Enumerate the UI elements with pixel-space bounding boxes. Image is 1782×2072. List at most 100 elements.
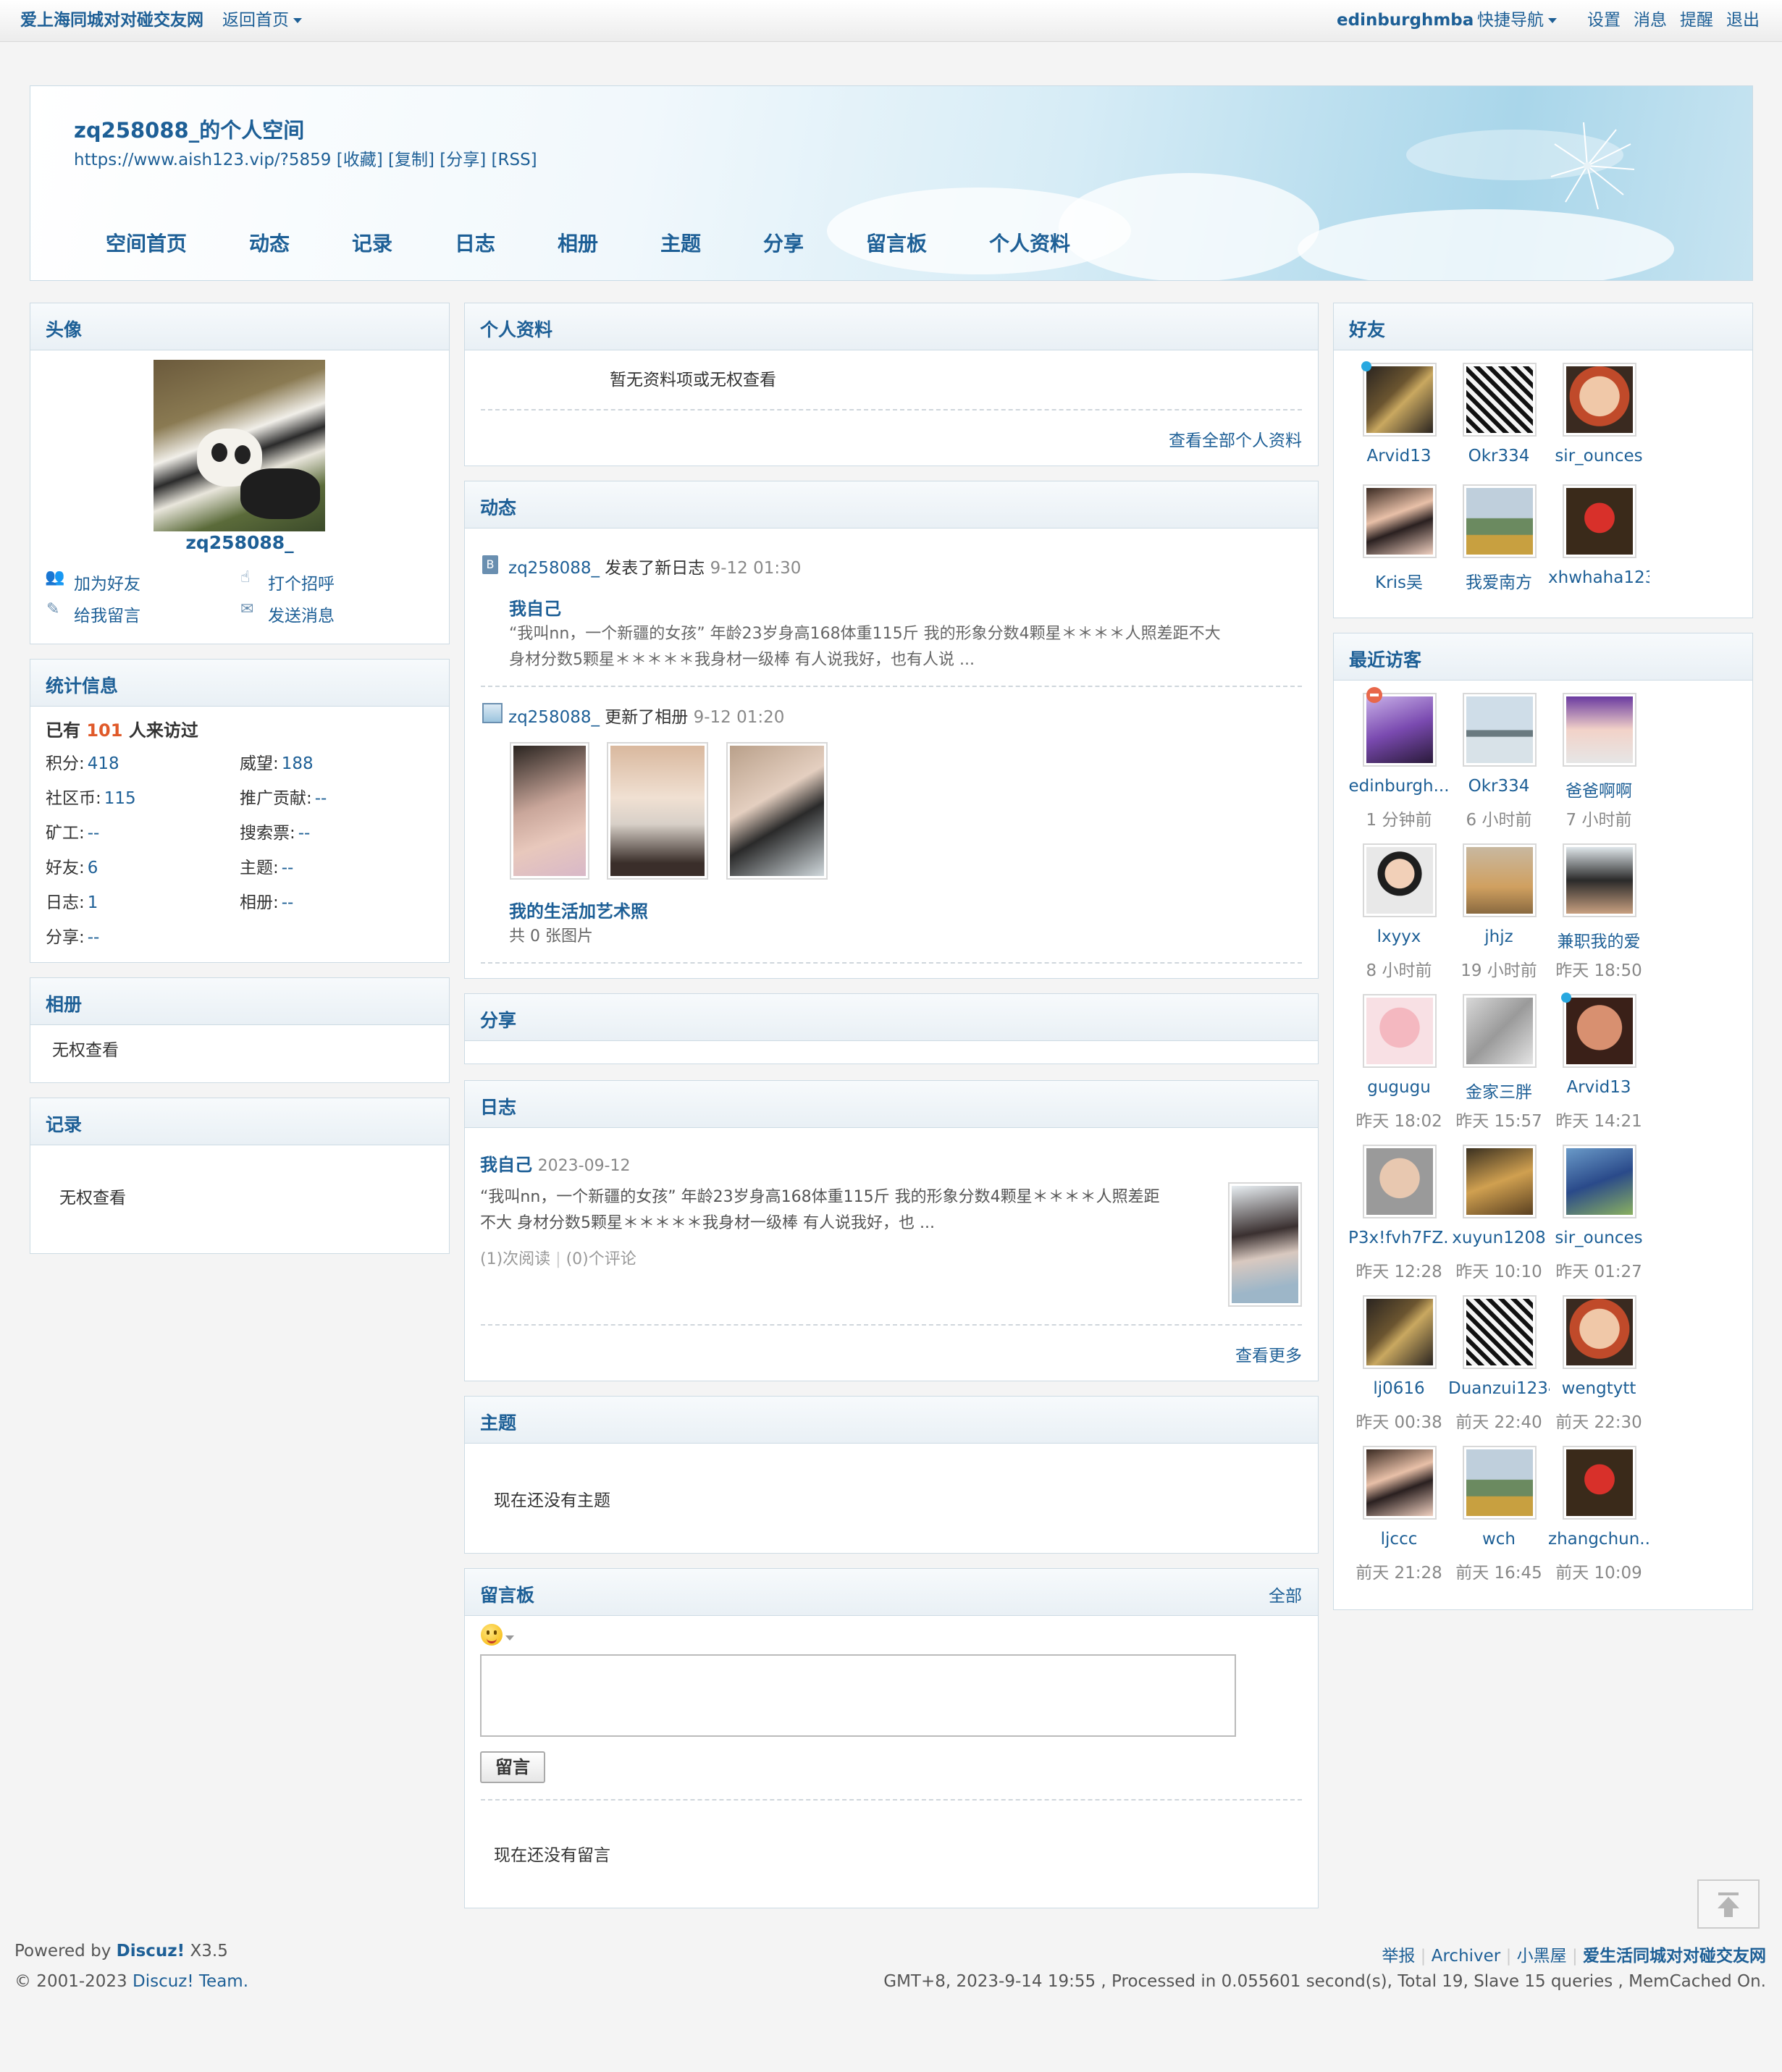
avatar[interactable] — [1363, 1295, 1437, 1369]
feed-user-link[interactable]: zq258088_ — [508, 559, 600, 578]
visitor-name[interactable]: xuyun1208 — [1448, 1229, 1550, 1247]
archiver-link[interactable]: Archiver — [1432, 1947, 1501, 1966]
feed-user-link[interactable]: zq258088_ — [508, 708, 600, 727]
nav-blog[interactable]: 日志 — [455, 228, 495, 257]
stat-value[interactable]: 1 — [88, 893, 98, 912]
site-brand-link[interactable]: 爱上海同城对对碰交友网 — [20, 9, 203, 32]
report-link[interactable]: 举报 — [1382, 1947, 1415, 1966]
visitor-name[interactable]: Okr334 — [1448, 777, 1550, 796]
visitor-name[interactable]: 金家三胖 — [1448, 1078, 1550, 1103]
nav-home[interactable]: 空间首页 — [106, 228, 187, 257]
nav-records[interactable]: 记录 — [352, 228, 392, 257]
visitor-name[interactable]: 兼职我的爱 — [1548, 927, 1649, 952]
visitor-name[interactable]: sir_ounces — [1548, 1229, 1649, 1247]
avatar[interactable] — [1463, 484, 1537, 558]
stat-value[interactable]: 418 — [88, 754, 119, 773]
nav-profile[interactable]: 个人资料 — [989, 228, 1070, 257]
board-message-input[interactable] — [480, 1654, 1236, 1737]
visitor-name[interactable]: jhjz — [1448, 927, 1550, 946]
avatar[interactable] — [1463, 363, 1537, 437]
feed-album-title-link[interactable]: 我的生活加艺术照 — [509, 897, 648, 922]
back-to-top-button[interactable] — [1697, 1879, 1760, 1929]
discuz-link[interactable]: Discuz! — [117, 1942, 185, 1961]
copy-link[interactable]: [复制] — [388, 151, 434, 169]
avatar[interactable] — [1363, 484, 1437, 558]
blog-reads[interactable]: (1)次阅读 — [480, 1250, 550, 1268]
add-friend-link[interactable]: 加为好友 — [74, 570, 140, 594]
nav-board[interactable]: 留言板 — [866, 228, 927, 257]
friend-name[interactable]: Kris吴 — [1348, 568, 1450, 593]
home-menu[interactable]: 返回首页 — [222, 9, 302, 32]
friend-name[interactable]: Arvid13 — [1348, 447, 1450, 466]
avatar[interactable] — [1363, 687, 1437, 767]
messages-link[interactable]: 消息 — [1634, 9, 1667, 32]
visitor-name[interactable]: wengtytt — [1548, 1379, 1649, 1398]
visitor-name[interactable]: wch — [1448, 1530, 1550, 1549]
stat-value[interactable]: -- — [282, 893, 294, 912]
visitor-name[interactable]: edinburgh... — [1348, 777, 1450, 796]
site-footer-link[interactable]: 爱生活同城对对碰交友网 — [1583, 1947, 1766, 1966]
avatar[interactable] — [1563, 484, 1636, 558]
favorite-link[interactable]: [收藏] — [337, 151, 383, 169]
blog-comments[interactable]: (0)个评论 — [566, 1250, 636, 1268]
avatar[interactable] — [1363, 1446, 1437, 1520]
stat-value[interactable]: -- — [298, 824, 311, 843]
leave-message-link[interactable]: 给我留言 — [74, 602, 140, 626]
feed-blog-title-link[interactable]: 我自己 — [509, 594, 561, 620]
avatar[interactable] — [1463, 843, 1537, 917]
board-submit-button[interactable]: 留言 — [480, 1751, 545, 1783]
stat-value[interactable]: -- — [88, 824, 100, 843]
visitor-name[interactable]: gugugu — [1348, 1078, 1450, 1097]
nav-threads[interactable]: 主题 — [660, 228, 701, 257]
visitor-name[interactable]: lxyyx — [1348, 927, 1450, 946]
visitor-name[interactable]: lj0616 — [1348, 1379, 1450, 1398]
visitor-name[interactable]: zhangchun... — [1548, 1530, 1649, 1549]
avatar[interactable] — [1363, 994, 1437, 1068]
smiley-icon[interactable] — [481, 1624, 503, 1646]
stat-value[interactable]: 6 — [88, 859, 98, 877]
avatar[interactable] — [1363, 1145, 1437, 1218]
avatar[interactable] — [1463, 1295, 1537, 1369]
nav-feed[interactable]: 动态 — [249, 228, 290, 257]
album-photo[interactable] — [726, 742, 828, 880]
avatar[interactable] — [1563, 843, 1636, 917]
reminders-link[interactable]: 提醒 — [1680, 9, 1713, 32]
avatar[interactable] — [1561, 993, 1636, 1068]
remove-visitor-icon[interactable] — [1366, 687, 1382, 703]
friend-name[interactable]: 我爱南方 — [1448, 568, 1550, 593]
view-all-profile-link[interactable]: 查看全部个人资料 — [1169, 426, 1302, 451]
avatar[interactable] — [1463, 1446, 1537, 1520]
visitor-name[interactable]: P3x!fvh7FZ... — [1348, 1229, 1450, 1247]
avatar[interactable] — [1463, 1145, 1537, 1218]
avatar[interactable] — [1363, 843, 1437, 917]
username-link[interactable]: edinburghmba — [1337, 9, 1474, 32]
stat-value[interactable]: 115 — [104, 789, 136, 808]
avatar[interactable] — [1463, 994, 1537, 1068]
visitor-name[interactable]: Duanzui1234 — [1448, 1379, 1550, 1398]
quick-nav-menu[interactable]: 快捷导航 — [1477, 9, 1557, 32]
user-name[interactable]: zq258088_ — [30, 532, 449, 553]
stat-value[interactable]: 188 — [282, 754, 314, 773]
avatar[interactable] — [1563, 1295, 1636, 1369]
chevron-down-icon[interactable] — [505, 1635, 514, 1641]
blog-thumbnail[interactable] — [1228, 1182, 1302, 1307]
share-link[interactable]: [分享] — [440, 151, 486, 169]
nav-share[interactable]: 分享 — [763, 228, 804, 257]
logout-link[interactable]: 退出 — [1726, 9, 1760, 32]
view-more-blog-link[interactable]: 查看更多 — [1235, 1342, 1302, 1366]
friend-name[interactable]: sir_ounces — [1548, 447, 1649, 466]
user-avatar[interactable] — [154, 360, 325, 531]
album-photo[interactable] — [510, 742, 589, 880]
album-photo[interactable] — [607, 742, 708, 880]
rss-link[interactable]: [RSS] — [492, 151, 537, 169]
settings-link[interactable]: 设置 — [1587, 9, 1621, 32]
avatar[interactable] — [1463, 693, 1537, 767]
stat-value[interactable]: -- — [88, 928, 100, 947]
stat-value[interactable]: -- — [315, 789, 327, 808]
blog-post-title-link[interactable]: 我自己 — [480, 1155, 532, 1175]
space-url[interactable]: https://www.aish123.vip/?5859 — [74, 151, 331, 169]
stat-value[interactable]: -- — [282, 859, 294, 877]
discuz-team-link[interactable]: Discuz! Team. — [133, 1972, 248, 1991]
avatar[interactable] — [1563, 1145, 1636, 1218]
avatar[interactable] — [1563, 1446, 1636, 1520]
